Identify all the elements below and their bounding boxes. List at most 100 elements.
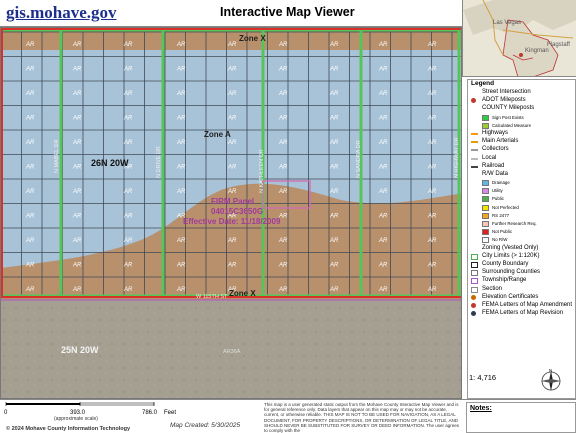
parcel-zoning-label: AR xyxy=(25,263,35,269)
parcel-zoning-label: AR xyxy=(176,263,186,269)
parcel-zoning-label: AR xyxy=(227,238,237,244)
parcel-zoning-label: AR xyxy=(227,91,237,97)
legend-swatch-icon xyxy=(482,122,489,129)
legend-label: Main Arterials xyxy=(482,138,519,145)
parcel-zoning-label: AR xyxy=(329,189,339,195)
parcel-zoning-label: AR xyxy=(72,91,82,97)
scale-tick-0: 0 xyxy=(4,410,8,416)
legend-item: Railroad xyxy=(468,163,575,171)
parcel-zoning-label: AR xyxy=(378,214,388,220)
parcel-zoning-label: AR xyxy=(123,116,133,122)
legend-item: FEMA Letters of Map Amendment xyxy=(468,302,575,310)
legend-label: No R/W xyxy=(492,237,508,243)
legend-item: RS 2477 xyxy=(468,212,575,220)
parcel-zoning-label: AR xyxy=(378,238,388,244)
legend-label: Calculated Measure xyxy=(492,122,532,128)
legend-label: Zoning (Vested Only) xyxy=(482,244,539,251)
legend-label: FEMA Letters of Map Amendment xyxy=(482,301,573,308)
street-label-115th: W 115TH ST xyxy=(196,294,228,300)
legend-swatch-icon xyxy=(471,141,478,144)
parcel-zoning-label: AR xyxy=(329,238,339,244)
header: gis.mohave.gov Interactive Map Viewer xyxy=(0,0,462,27)
parcel-zoning-label: AR xyxy=(329,165,339,171)
parcel-zoning-label: AR xyxy=(72,287,82,293)
legend-label: Sign Post Exists xyxy=(492,114,524,120)
legend-label: Further Research Req. xyxy=(492,221,537,226)
legend-swatch-icon xyxy=(471,311,476,317)
legend-items: Street Intersection ADOT Mileposts COUNTY … xyxy=(468,89,575,318)
legend-swatch-icon xyxy=(482,204,489,211)
scale-ratio-box: 1: 4,716 N xyxy=(466,368,576,398)
legend-swatch-icon xyxy=(471,294,476,300)
legend-item: Surrounding Counties xyxy=(468,269,575,277)
legend-swatch-icon xyxy=(471,132,478,135)
parcel-zoning-label: AR xyxy=(72,140,82,146)
legend-item: City Limits (> 1:120K) xyxy=(468,253,575,261)
legend-swatch-icon xyxy=(482,180,489,187)
legend-swatch-icon xyxy=(482,221,489,227)
parcel-zoning-label: AR xyxy=(427,263,437,269)
parcel-zoning-label: AR xyxy=(123,263,133,269)
legend-item: Sign Post Exists xyxy=(468,114,575,122)
parcel-zoning-label: AR xyxy=(278,165,288,171)
footer: 0 393.0 786.0 Feet (approximate scale) ©… xyxy=(0,399,576,433)
scale-caption: (approximate scale) xyxy=(54,416,98,422)
legend-label: FEMA Letters of Map Revision xyxy=(482,310,564,317)
parcel-zoning-label: AR xyxy=(176,287,186,293)
parcel-zoning-label: AR xyxy=(427,116,437,122)
legend-item: FEMA Letters of Map Revision xyxy=(468,310,575,318)
parcel-zoning-label: AR xyxy=(378,140,388,146)
parcel-zoning-label: AR xyxy=(176,238,186,244)
parcel-zoning-label: AR xyxy=(25,67,35,73)
main-map[interactable]: AR AR AR AR AR AR AR AR AR AR AR AR AR AR AR AR AR AR AR AR… xyxy=(0,27,462,399)
parcel-zoning-label: AR xyxy=(72,189,82,195)
legend-item: Township/Range xyxy=(468,277,575,285)
legend-item: Not Perfected xyxy=(468,204,575,212)
legend-swatch-icon xyxy=(482,229,489,236)
legend-item: No R/W xyxy=(468,236,575,244)
parcel-zoning-label: AR xyxy=(72,238,82,244)
legend-swatch-icon xyxy=(471,98,476,104)
scale-bar: 0 393.0 786.0 Feet (approximate scale) ©… xyxy=(4,402,184,432)
parcel-zoning-label: AR xyxy=(427,287,437,293)
legend-label: Railroad xyxy=(482,162,505,169)
parcel-zoning-label: AR xyxy=(329,91,339,97)
site-link[interactable]: gis.mohave.gov xyxy=(6,3,117,23)
legend-swatch-icon xyxy=(471,157,478,160)
parcel-zoning-label: AR xyxy=(25,165,35,171)
legend-label: County Boundary xyxy=(482,260,529,267)
overview-label-kingman: Kingman xyxy=(525,48,549,54)
parcel-zoning-label: AR xyxy=(427,214,437,220)
map-created-date: Map Created: 5/30/2025 xyxy=(170,422,241,429)
overview-map[interactable]: Las Vegas Kingman Flagstaff xyxy=(462,0,576,77)
legend-item: Street Intersection xyxy=(468,89,575,97)
legend-swatch-icon xyxy=(482,196,489,203)
parcel-zoning-label: AR xyxy=(378,91,388,97)
parcel-zoning-label: AR xyxy=(123,140,133,146)
parcel-zoning-label: AR xyxy=(227,116,237,122)
parcel-zoning-label: AR xyxy=(378,287,388,293)
legend-label: Not Perfected xyxy=(492,204,519,210)
parcel-zoning-label: AR xyxy=(25,140,35,146)
legend-swatch-icon xyxy=(471,149,478,152)
notes-box[interactable]: Notes: xyxy=(466,402,576,433)
legend-item: R/W Data xyxy=(468,171,575,179)
copyright: © 2024 Mohave County Information Technol… xyxy=(6,426,131,432)
legend-swatch-icon xyxy=(471,286,478,293)
parcel-zoning-label: AR xyxy=(123,42,133,48)
legend-item: Section xyxy=(468,286,575,294)
legend-item: Further Research Req. xyxy=(468,220,575,228)
parcel-zoning-label: AR xyxy=(278,287,288,293)
legend-label: City Limits (> 1:120K) xyxy=(482,252,540,259)
parcel-zoning-label: AR xyxy=(25,238,35,244)
legend-label: COUNTY Mileposts xyxy=(482,105,535,112)
parcel-zoning-label: AR xyxy=(176,189,186,195)
parcel-zoning-label: AR xyxy=(25,214,35,220)
legend-swatch-icon xyxy=(471,278,478,285)
parcel-zoning-label: AR xyxy=(427,140,437,146)
parcel-zoning-label: AR xyxy=(329,140,339,146)
parcel-zoning-label: AR xyxy=(72,42,82,48)
legend-swatch-icon xyxy=(482,188,489,195)
parcel-zoning-label: AR xyxy=(278,67,288,73)
parcel-zoning-label: AR xyxy=(427,238,437,244)
